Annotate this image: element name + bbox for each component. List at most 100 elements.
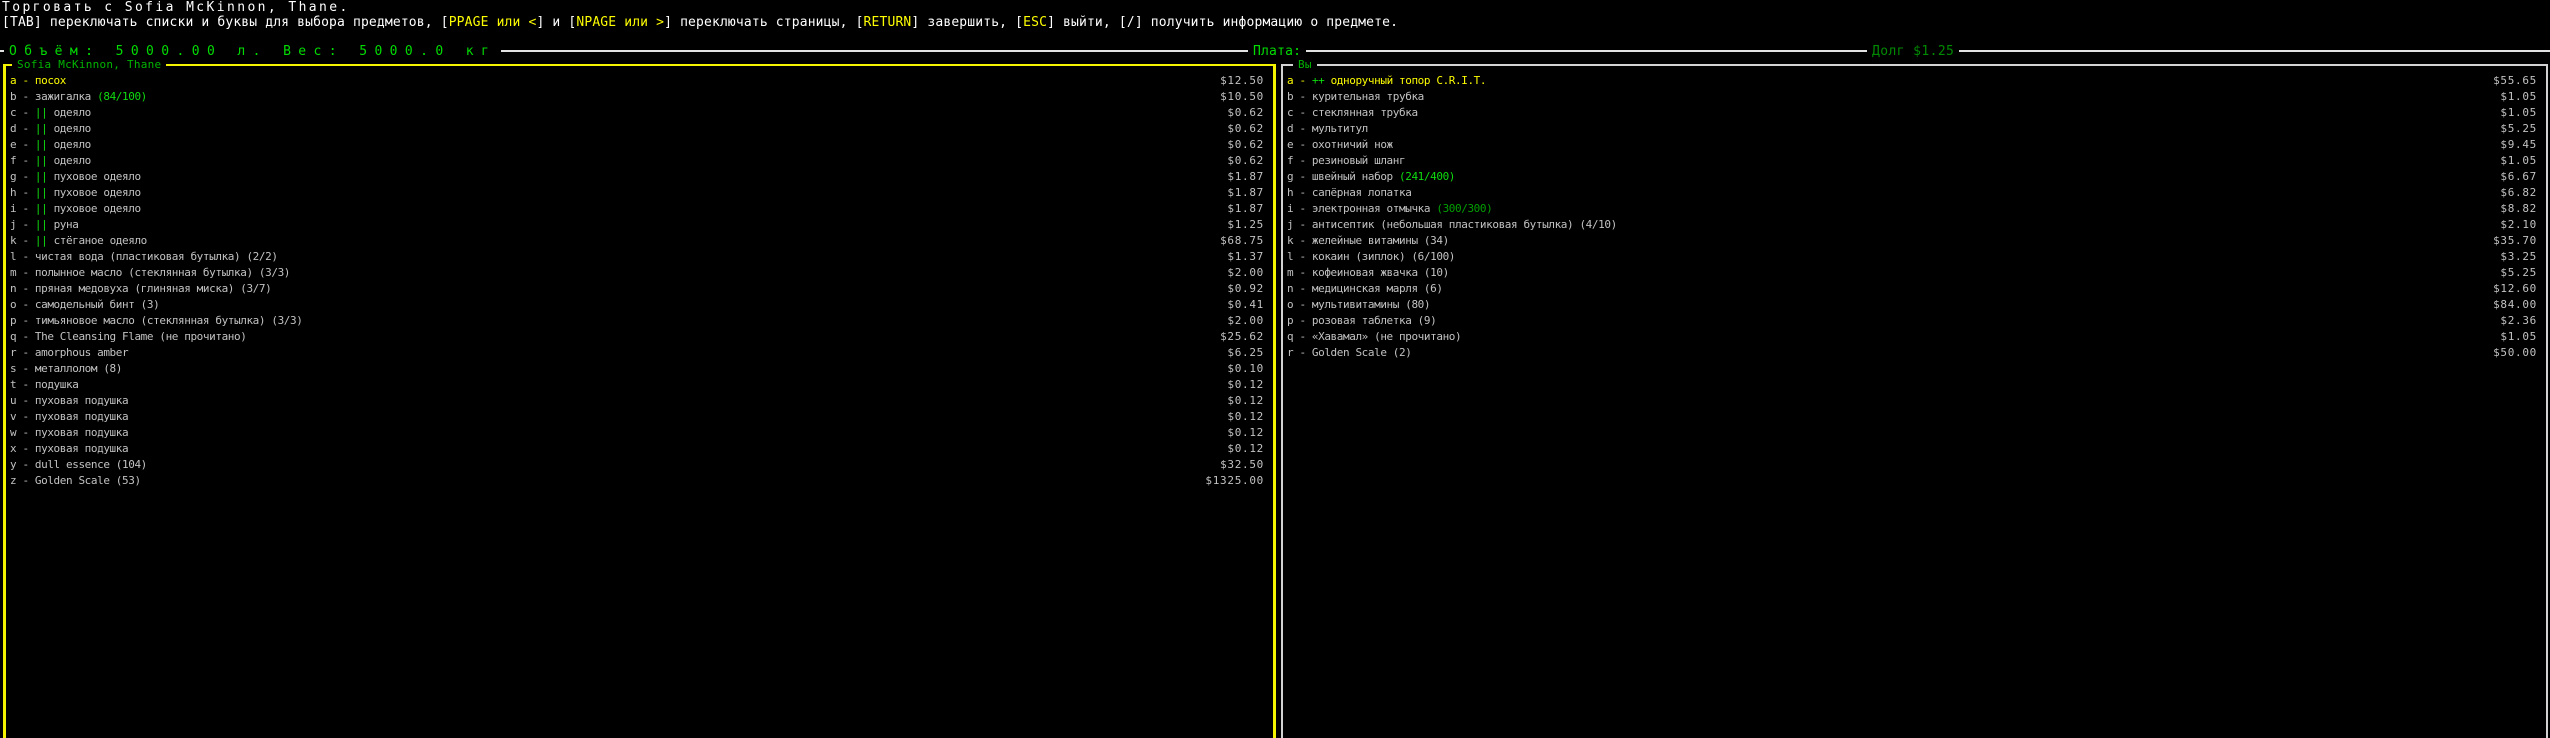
item-key: d - bbox=[1287, 122, 1312, 135]
list-item[interactable]: v - пуховая подушка $0.12 bbox=[10, 409, 1264, 425]
list-item[interactable]: t - подушка $0.12 bbox=[10, 377, 1264, 393]
item-key: f - bbox=[10, 154, 35, 167]
list-item[interactable]: w - пуховая подушка $0.12 bbox=[10, 425, 1264, 441]
item-price: $0.62 bbox=[1227, 154, 1264, 167]
list-item[interactable]: h - || пуховое одеяло $1.87 bbox=[10, 185, 1264, 201]
list-item[interactable]: l - чистая вода (пластиковая бутылка) (2… bbox=[10, 249, 1264, 265]
list-item[interactable]: n - пряная медовуха (глиняная миска) (3/… bbox=[10, 281, 1264, 297]
item-price: $6.67 bbox=[2500, 170, 2537, 183]
player-item-list: a - ++ одноручный топор C.R.I.T. $55.65 b … bbox=[1283, 73, 2546, 361]
item-label: f - резиновый шланг bbox=[1287, 153, 1406, 169]
item-label: l - чистая вода (пластиковая бутылка) (2… bbox=[10, 249, 278, 265]
item-name: пуховая подушка bbox=[34, 442, 129, 455]
item-key: e - bbox=[10, 138, 35, 151]
list-item[interactable]: k - желейные витамины (34) $35.70 bbox=[1287, 233, 2537, 249]
item-key: i - bbox=[10, 202, 35, 215]
list-item[interactable]: a - посох $12.50 bbox=[10, 73, 1264, 89]
item-key: c - bbox=[10, 106, 35, 119]
item-price: $55.65 bbox=[2493, 74, 2537, 87]
item-name: кокаин (зиплок) (6/100) bbox=[1311, 250, 1456, 263]
list-item[interactable]: i - || пуховое одеяло $1.87 bbox=[10, 201, 1264, 217]
item-price: $1.05 bbox=[2500, 90, 2537, 103]
item-name: пуховое одеяло bbox=[53, 170, 142, 183]
item-key: q - bbox=[1287, 330, 1312, 343]
item-label: x - пуховая подушка bbox=[10, 441, 129, 457]
list-item[interactable]: k - || стёганое одеяло $68.75 bbox=[10, 233, 1264, 249]
list-item[interactable]: b - курительная трубка $1.05 bbox=[1287, 89, 2537, 105]
item-prefix: || bbox=[34, 154, 54, 167]
list-item[interactable]: p - тимьяновое масло (стеклянная бутылка… bbox=[10, 313, 1264, 329]
item-price: $2.00 bbox=[1227, 266, 1264, 279]
list-item[interactable]: e - охотничий нож $9.45 bbox=[1287, 137, 2537, 153]
list-item[interactable]: j - || руна $1.25 bbox=[10, 217, 1264, 233]
item-name: The Cleansing Flame (не прочитано) bbox=[34, 330, 247, 343]
item-price: $0.12 bbox=[1227, 442, 1264, 455]
item-name: самодельный бинт (3) bbox=[34, 298, 160, 311]
item-name: мультивитамины (80) bbox=[1311, 298, 1431, 311]
item-price: $6.25 bbox=[1227, 346, 1264, 359]
item-label: c - || одеяло bbox=[10, 105, 91, 121]
list-item[interactable]: p - розовая таблетка (9) $2.36 bbox=[1287, 313, 2537, 329]
list-item[interactable]: e - || одеяло $0.62 bbox=[10, 137, 1264, 153]
list-item[interactable]: h - сапёрная лопатка $6.82 bbox=[1287, 185, 2537, 201]
list-item[interactable]: b - зажигалка (84/100) $10.50 bbox=[10, 89, 1264, 105]
item-label: g - швейный набор (241/400) bbox=[1287, 169, 1455, 185]
item-prefix: || bbox=[34, 234, 54, 247]
player-panel: Вы a - ++ одноручный топор C.R.I.T. $55.6… bbox=[1281, 57, 2548, 738]
list-item[interactable]: l - кокаин (зиплок) (6/100) $3.25 bbox=[1287, 249, 2537, 265]
item-price: $1.25 bbox=[1227, 218, 1264, 231]
list-item[interactable]: d - мультитул $5.25 bbox=[1287, 121, 2537, 137]
list-item[interactable]: s - металлолом (8) $0.10 bbox=[10, 361, 1264, 377]
list-item[interactable]: i - электронная отмычка (300/300) $8.82 bbox=[1287, 201, 2537, 217]
list-item[interactable]: c - || одеяло $0.62 bbox=[10, 105, 1264, 121]
item-key: k - bbox=[1287, 234, 1312, 247]
item-name: электронная отмычка bbox=[1311, 202, 1431, 215]
item-label: s - металлолом (8) bbox=[10, 361, 122, 377]
item-charge: (300/300) bbox=[1430, 202, 1493, 215]
list-item[interactable]: m - кофеиновая жвачка (10) $5.25 bbox=[1287, 265, 2537, 281]
help-segment: и bbox=[544, 15, 569, 30]
item-name: пуховая подушка bbox=[34, 394, 129, 407]
list-item[interactable]: y - dull essence (104) $32.50 bbox=[10, 457, 1264, 473]
list-item[interactable]: o - мультивитамины (80) $84.00 bbox=[1287, 297, 2537, 313]
list-item[interactable]: g - || пуховое одеяло $1.87 bbox=[10, 169, 1264, 185]
list-item[interactable]: j - антисептик (небольшая пластиковая бу… bbox=[1287, 217, 2537, 233]
item-label: g - || пуховое одеяло bbox=[10, 169, 141, 185]
item-name: одноручный топор C.R.I.T. bbox=[1330, 74, 1487, 87]
help-segment: [ bbox=[440, 15, 449, 30]
list-item[interactable]: q - «Хавамал» (не прочитано) $1.05 bbox=[1287, 329, 2537, 345]
item-price: $1325.00 bbox=[1205, 474, 1264, 487]
list-item[interactable]: d - || одеяло $0.62 bbox=[10, 121, 1264, 137]
item-price: $1.05 bbox=[2500, 106, 2537, 119]
list-item[interactable]: f - резиновый шланг $1.05 bbox=[1287, 153, 2537, 169]
item-price: $0.62 bbox=[1227, 138, 1264, 151]
item-label: v - пуховая подушка bbox=[10, 409, 129, 425]
item-label: c - стеклянная трубка bbox=[1287, 105, 1418, 121]
item-prefix: || bbox=[34, 106, 54, 119]
item-key: k - bbox=[10, 234, 35, 247]
list-item[interactable]: u - пуховая подушка $0.12 bbox=[10, 393, 1264, 409]
item-label: p - розовая таблетка (9) bbox=[1287, 313, 1437, 329]
list-item[interactable]: g - швейный набор (241/400) $6.67 bbox=[1287, 169, 2537, 185]
item-price: $1.87 bbox=[1227, 186, 1264, 199]
item-charge: (84/100) bbox=[90, 90, 147, 103]
item-name: сапёрная лопатка bbox=[1311, 186, 1412, 199]
list-item[interactable]: c - стеклянная трубка $1.05 bbox=[1287, 105, 2537, 121]
list-item[interactable]: z - Golden Scale (53) $1325.00 bbox=[10, 473, 1264, 489]
item-label: y - dull essence (104) bbox=[10, 457, 147, 473]
list-item[interactable]: r - Golden Scale (2) $50.00 bbox=[1287, 345, 2537, 361]
list-item[interactable]: x - пуховая подушка $0.12 bbox=[10, 441, 1264, 457]
list-item[interactable]: m - полынное масло (стеклянная бутылка) … bbox=[10, 265, 1264, 281]
list-item[interactable]: r - amorphous amber $6.25 bbox=[10, 345, 1264, 361]
player-panel-title: Вы bbox=[1293, 57, 1317, 72]
list-item[interactable]: o - самодельный бинт (3) $0.41 bbox=[10, 297, 1264, 313]
help-segment: RETURN bbox=[863, 15, 912, 30]
item-label: n - медицинская марля (6) bbox=[1287, 281, 1443, 297]
item-name: зажигалка bbox=[34, 90, 91, 103]
item-price: $1.05 bbox=[2500, 330, 2537, 343]
list-item[interactable]: f - || одеяло $0.62 bbox=[10, 153, 1264, 169]
trade-title: Торговать с Sofia McKinnon, Thane. bbox=[2, 0, 350, 15]
list-item[interactable]: q - The Cleansing Flame (не прочитано) $2… bbox=[10, 329, 1264, 345]
list-item[interactable]: a - ++ одноручный топор C.R.I.T. $55.65 bbox=[1287, 73, 2537, 89]
list-item[interactable]: n - медицинская марля (6) $12.60 bbox=[1287, 281, 2537, 297]
